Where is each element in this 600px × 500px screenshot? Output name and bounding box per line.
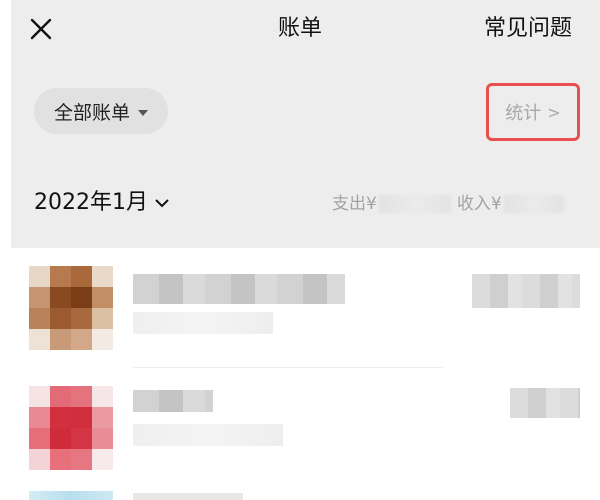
merchant-avatar [29,386,113,470]
filter-label: 全部账单 [53,101,130,124]
caret-down-icon [138,109,148,116]
merchant-avatar [29,491,113,500]
transaction-amount-redacted [472,274,580,308]
stats-label: 统计 [505,103,542,124]
merchant-name-redacted [133,493,243,500]
merchant-name-redacted [133,274,345,304]
chevron-down-icon [155,199,169,208]
month-selector[interactable]: 2022年1月 [34,188,170,218]
chevron-right-icon: > [547,102,561,122]
all-bills-filter-button[interactable]: 全部账单 [34,88,168,134]
expense-amount-redacted [378,195,451,213]
stats-button[interactable]: 统计 > [486,83,580,141]
month-label: 2022年1月 [34,190,148,215]
expense-label: 支出¥ [332,194,377,214]
merchant-avatar [29,266,113,350]
screen-edge [0,0,11,500]
transaction-row[interactable] [11,487,600,500]
bill-screen: 账单 常见问题 全部账单 统计 > 2022年1月 支出¥ 收入¥ [0,0,600,500]
close-icon[interactable] [29,17,53,41]
merchant-name-redacted [133,390,213,412]
income-amount-redacted [503,195,564,213]
transaction-row[interactable] [11,248,600,368]
income-label: 收入¥ [456,194,502,214]
transaction-amount-redacted [510,388,580,418]
transaction-detail-redacted [133,424,283,446]
transaction-detail-redacted [133,312,273,334]
transaction-row[interactable] [11,368,600,488]
page-title: 账单 [277,16,322,41]
faq-link[interactable]: 常见问题 [484,14,572,44]
month-summary: 支出¥ 收入¥ [332,193,570,215]
